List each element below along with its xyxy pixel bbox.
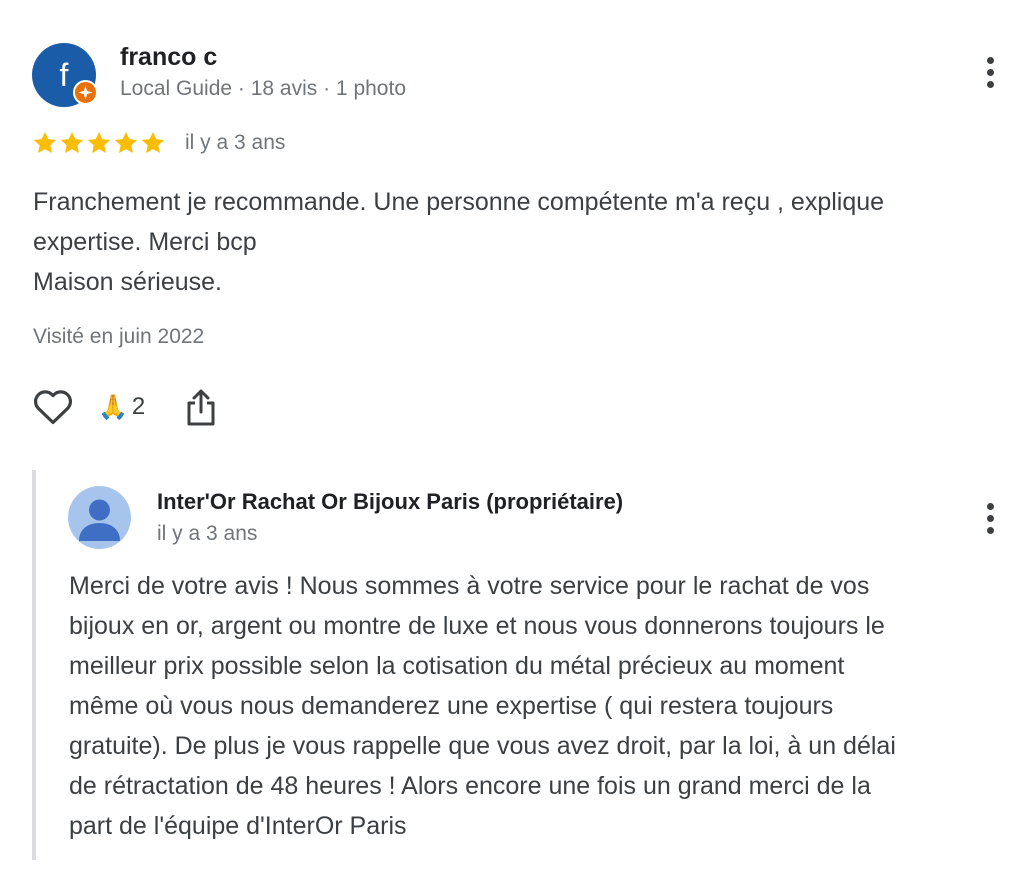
heart-outline-icon [33, 390, 73, 425]
praying-hands-icon: 🙏 [98, 393, 128, 421]
owner-reply-text: Merci de votre avis ! Nous sommes à votr… [69, 566, 1009, 846]
review-date: il y a 3 ans [185, 131, 286, 154]
star-icon [59, 130, 85, 158]
like-button[interactable] [32, 387, 74, 427]
reaction-count: 2 [131, 393, 146, 420]
reply-more-options-icon[interactable] [978, 503, 1002, 543]
reviewer-meta: Local Guide · 18 avis · 1 photo [120, 77, 407, 100]
owner-avatar [68, 486, 131, 549]
reply-text-line: gratuite). De plus je vous rappelle que … [69, 732, 896, 760]
reply-text-line: même où vous nous demanderez une experti… [69, 692, 834, 720]
person-icon [79, 499, 120, 541]
share-button[interactable] [184, 386, 218, 428]
reply-text-line: part de l'équipe d'InterOr Paris [69, 812, 407, 840]
visited-date: Visité en juin 2022 [33, 325, 205, 348]
reply-text-line: Merci de votre avis ! Nous sommes à votr… [69, 572, 870, 600]
star-rating [32, 130, 166, 158]
review-text: Franchement je recommande. Une personne … [33, 182, 1008, 302]
review-text-line: Maison sérieuse. [33, 268, 222, 296]
owner-name: Inter'Or Rachat Or Bijoux Paris (proprié… [157, 489, 624, 514]
star-icon [86, 130, 112, 158]
more-options-icon[interactable] [978, 57, 1002, 97]
star-icon [32, 130, 58, 158]
reaction-button[interactable]: 🙏 2 [98, 390, 145, 424]
reviewer-name[interactable]: franco c [120, 43, 217, 72]
reply-text-line: bijoux en or, argent ou montre de luxe e… [69, 612, 885, 640]
share-icon [187, 389, 215, 426]
reply-text-line: meilleur prix possible selon la cotisati… [69, 652, 845, 680]
star-icon [113, 130, 139, 158]
star-icon [140, 130, 166, 158]
review-text-line: Franchement je recommande. Une personne … [33, 188, 885, 216]
review-text-line: expertise. Merci bcp [33, 228, 257, 256]
reply-divider [32, 470, 36, 860]
owner-reply-date: il y a 3 ans [157, 522, 258, 545]
reply-text-line: de rétractation de 48 heures ! Alors enc… [69, 772, 871, 800]
local-guide-star-icon [73, 80, 98, 105]
